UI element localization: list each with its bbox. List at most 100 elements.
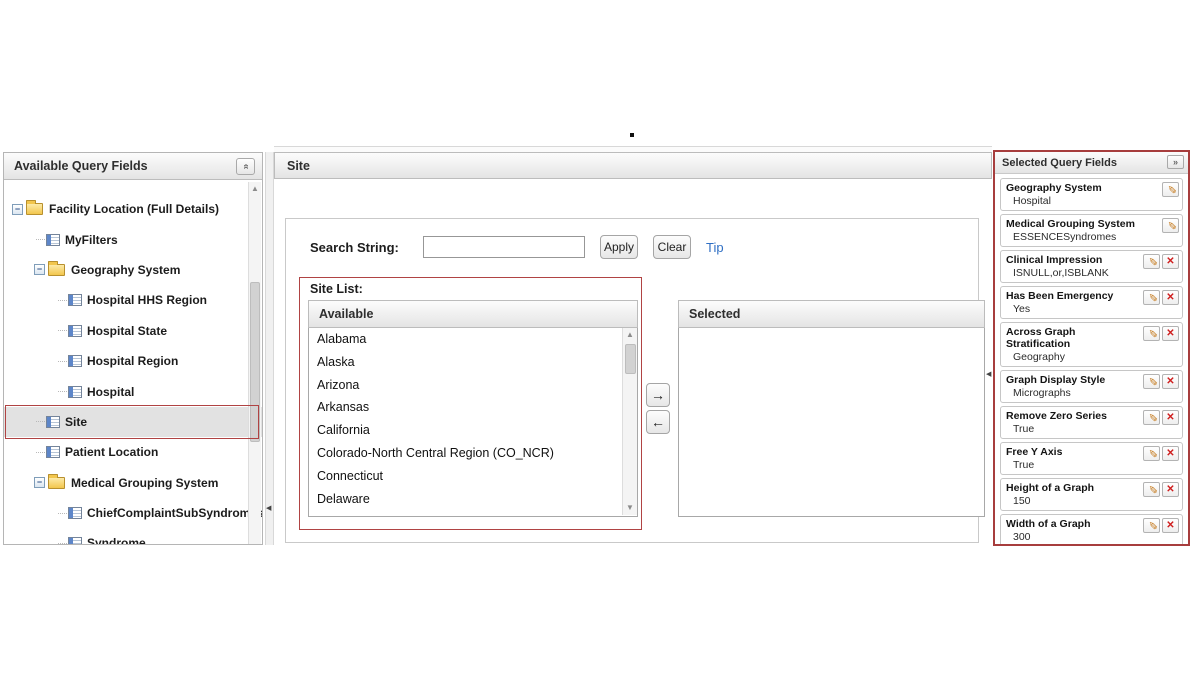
panel-splitter[interactable]: ◀: [265, 152, 274, 545]
pencil-icon: ✎: [1146, 328, 1158, 339]
list-item[interactable]: Alabama: [309, 328, 637, 351]
tree-item-site[interactable]: Site: [4, 404, 262, 439]
scroll-up-icon[interactable]: ▲: [249, 185, 261, 193]
available-listbox[interactable]: Alabama Alaska Arizona Arkansas California Co…: [308, 328, 638, 517]
tree-item-myfilters[interactable]: MyFilters: [4, 224, 262, 254]
selected-query-fields-list: Geography System Hospital ✎ Medical Groupin…: [995, 175, 1188, 544]
remove-field-button[interactable]: ✕: [1162, 446, 1179, 461]
right-panel-collapse-icon[interactable]: ◀: [986, 370, 991, 378]
remove-field-button[interactable]: ✕: [1162, 290, 1179, 305]
tree-collapse-icon[interactable]: −: [34, 477, 45, 489]
pencil-icon: ✎: [1165, 184, 1177, 195]
query-field-value: ESSENCESyndromes: [1013, 231, 1117, 243]
remove-field-button[interactable]: ✕: [1162, 374, 1179, 389]
field-icon: [68, 355, 82, 368]
tree-collapse-icon[interactable]: −: [12, 203, 23, 215]
site-section-title: Site: [287, 158, 310, 173]
scroll-up-icon[interactable]: ▲: [623, 331, 637, 339]
search-string-input[interactable]: [423, 236, 585, 258]
collapse-panel-button[interactable]: «: [236, 158, 255, 175]
query-field-actions: ✎ ✕: [1143, 326, 1179, 341]
field-icon: [68, 294, 82, 307]
clear-button[interactable]: Clear: [653, 235, 691, 259]
tree-item-hospital[interactable]: Hospital: [4, 376, 262, 406]
tree-item-syndrome[interactable]: Syndrome: [4, 528, 262, 544]
remove-field-button[interactable]: ✕: [1162, 482, 1179, 497]
list-item[interactable]: Arizona: [309, 374, 637, 397]
available-query-fields-header: Available Query Fields «: [4, 153, 262, 180]
edit-field-button[interactable]: ✎: [1143, 290, 1160, 305]
edit-field-button[interactable]: ✎: [1162, 182, 1179, 197]
available-scrollbar[interactable]: ▲ ▼: [622, 328, 637, 515]
query-field-value: Yes: [1013, 303, 1031, 315]
selected-query-fields-header: Selected Query Fields »: [995, 152, 1188, 174]
delete-x-icon: ✕: [1166, 255, 1175, 267]
field-icon: [46, 233, 60, 246]
tree-item-medical-grouping-system[interactable]: − Medical Grouping System: [4, 468, 262, 498]
edit-field-button[interactable]: ✎: [1143, 410, 1160, 425]
list-item[interactable]: Alaska: [309, 351, 637, 374]
site-section-header: Site: [274, 152, 992, 179]
query-field-name: Height of a Graph: [1006, 482, 1095, 494]
tree-collapse-icon[interactable]: −: [34, 264, 45, 276]
move-left-button[interactable]: ←: [646, 410, 670, 434]
edit-field-button[interactable]: ✎: [1143, 482, 1160, 497]
list-item[interactable]: Arkansas: [309, 396, 637, 419]
list-item[interactable]: Delaware: [309, 488, 637, 511]
scroll-down-icon[interactable]: ▼: [623, 504, 637, 512]
arrow-right-icon: →: [651, 387, 665, 403]
tree-item-hospital-hhs-region[interactable]: Hospital HHS Region: [4, 285, 262, 315]
stray-dot: [630, 133, 634, 137]
query-field-name: Free Y Axis: [1006, 446, 1063, 458]
edit-field-button[interactable]: ✎: [1143, 518, 1160, 533]
tree-connector: [58, 391, 67, 393]
selected-listbox[interactable]: [678, 328, 985, 517]
move-right-button[interactable]: →: [646, 383, 670, 407]
tree-item-label: Site: [65, 414, 88, 429]
query-field-card: Medical Grouping System ESSENCESyndromes ✎: [1000, 214, 1183, 247]
tree-item-hospital-state[interactable]: Hospital State: [4, 316, 262, 346]
tree-item-label: Hospital HHS Region: [87, 293, 208, 308]
remove-field-button[interactable]: ✕: [1162, 326, 1179, 341]
remove-field-button[interactable]: ✕: [1162, 254, 1179, 269]
list-item[interactable]: Connecticut: [309, 465, 637, 488]
edit-field-button[interactable]: ✎: [1162, 218, 1179, 233]
query-field-value: True: [1013, 459, 1035, 471]
tree-item-label: Hospital Region: [87, 354, 179, 369]
tree-connector: [36, 451, 45, 453]
edit-field-button[interactable]: ✎: [1143, 254, 1160, 269]
tree-scrollbar-thumb[interactable]: [250, 282, 260, 442]
query-field-name: Has Been Emergency: [1006, 290, 1114, 302]
tree-item-label: Hospital: [87, 384, 135, 399]
selected-list-title: Selected: [689, 307, 741, 321]
tree-item-hospital-region[interactable]: Hospital Region: [4, 346, 262, 376]
splitter-collapse-icon[interactable]: ◀: [266, 504, 271, 512]
remove-field-button[interactable]: ✕: [1162, 518, 1179, 533]
field-icon: [68, 324, 82, 337]
tree-item-chiefcomplaintsubsyndromes[interactable]: ChiefComplaintSubSyndromes: [4, 498, 262, 528]
query-field-card: Geography System Hospital ✎: [1000, 178, 1183, 211]
tree-item-patient-location[interactable]: Patient Location: [4, 437, 262, 467]
tree-connector: [58, 512, 67, 514]
tip-link[interactable]: Tip: [706, 240, 724, 255]
edit-field-button[interactable]: ✎: [1143, 446, 1160, 461]
tree-item-label: Medical Grouping System: [71, 475, 219, 490]
delete-x-icon: ✕: [1166, 327, 1175, 339]
list-item[interactable]: Colorado-North Central Region (CO_NCR): [309, 442, 637, 465]
tree-scrollbar[interactable]: ▲: [248, 182, 261, 544]
site-list-label: Site List:: [310, 282, 363, 296]
available-list-title: Available: [319, 307, 374, 321]
edit-field-button[interactable]: ✎: [1143, 326, 1160, 341]
edit-field-button[interactable]: ✎: [1143, 374, 1160, 389]
expand-panel-button[interactable]: »: [1167, 155, 1184, 169]
remove-field-button[interactable]: ✕: [1162, 410, 1179, 425]
tree-item-facility-location-full-details-[interactable]: − Facility Location (Full Details): [4, 194, 262, 224]
tree-item-label: Facility Location (Full Details): [49, 202, 220, 217]
list-item[interactable]: California: [309, 419, 637, 442]
available-scrollbar-thumb[interactable]: [625, 344, 636, 374]
query-field-value: 300: [1013, 531, 1031, 543]
tree-connector: [58, 299, 67, 301]
query-field-value: Geography: [1013, 351, 1065, 363]
apply-button[interactable]: Apply: [600, 235, 638, 259]
tree-item-geography-system[interactable]: − Geography System: [4, 255, 262, 285]
